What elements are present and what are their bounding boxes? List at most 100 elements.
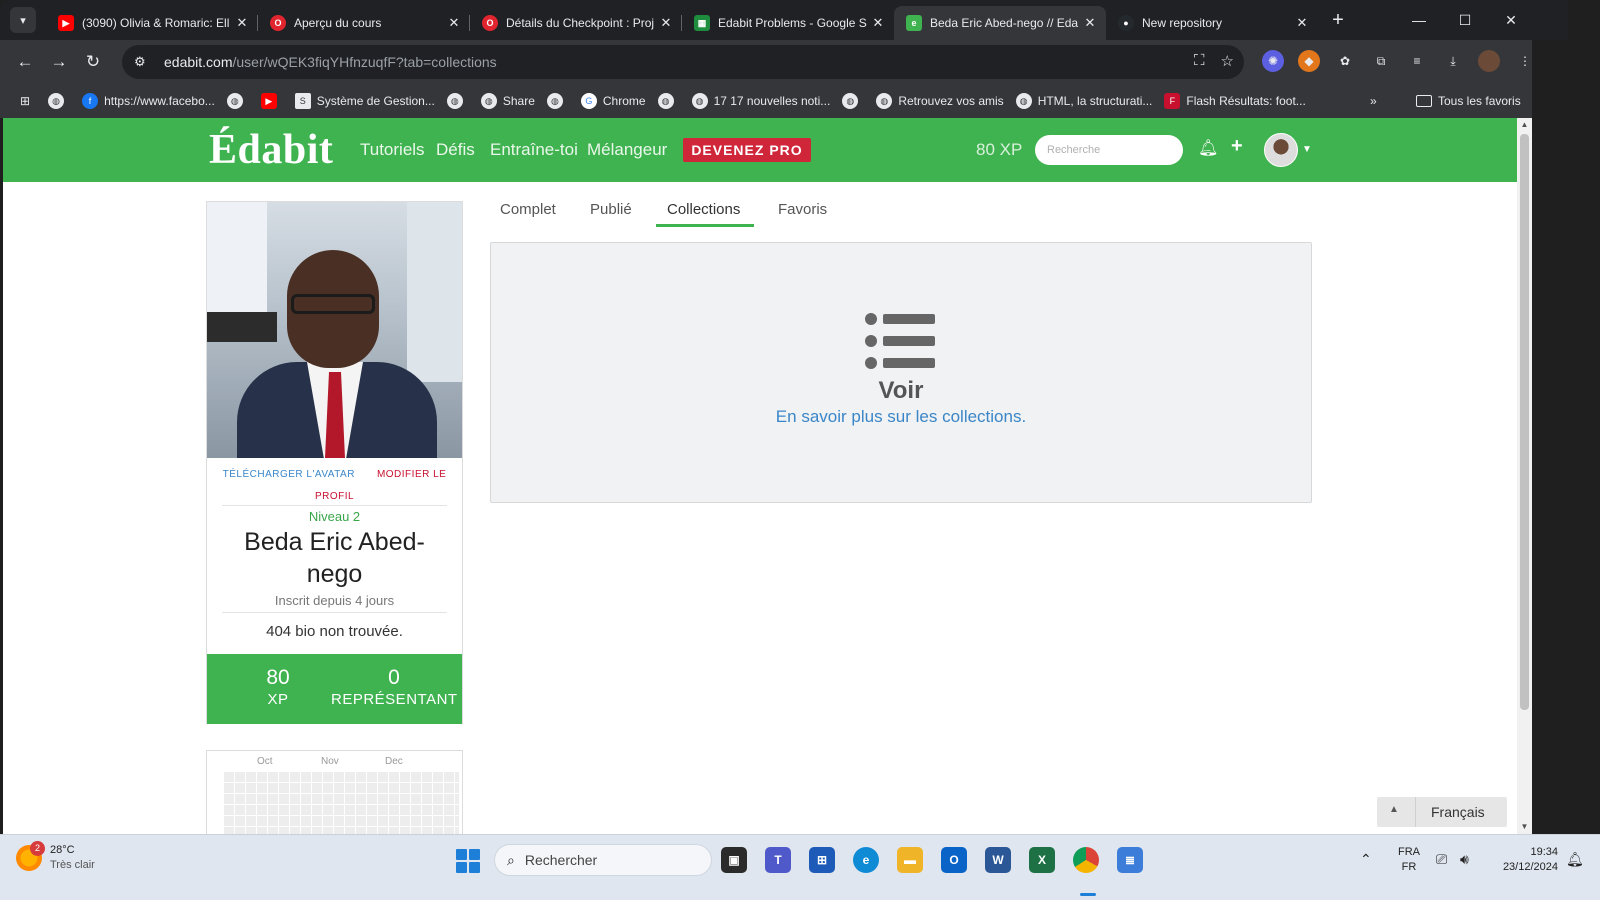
bookmark-item[interactable]: f https://www.facebo... bbox=[82, 93, 215, 109]
arrow-left-icon: ← bbox=[16, 52, 34, 71]
bell-icon[interactable]: 🔔︎ bbox=[1198, 138, 1218, 158]
bookmark-item[interactable]: ◍ Retrouvez vos amis bbox=[876, 93, 1004, 109]
reload-button[interactable]: ↻ bbox=[76, 45, 110, 79]
bookmark-item[interactable]: ◍ bbox=[226, 93, 249, 109]
close-icon[interactable]: ✕ bbox=[446, 15, 462, 31]
bookmark-item[interactable]: ◍ bbox=[657, 93, 680, 109]
browser-tab[interactable]: O Détails du Checkpoint : Proj ✕ bbox=[470, 7, 682, 39]
edge-icon[interactable]: e bbox=[853, 847, 879, 873]
word-icon[interactable]: W bbox=[985, 847, 1011, 873]
bookmark-item[interactable]: S Système de Gestion... bbox=[294, 93, 435, 109]
excel-icon[interactable]: X bbox=[1029, 847, 1055, 873]
media-icon[interactable]: ≡ bbox=[1406, 50, 1428, 72]
close-window-button[interactable]: ✕ bbox=[1488, 0, 1534, 40]
opera-icon: O bbox=[482, 15, 498, 31]
bookmark-item[interactable]: ▶ bbox=[260, 93, 283, 109]
edit-profile-link[interactable]: MODIFIER LE bbox=[377, 469, 446, 480]
new-tab-button[interactable]: + bbox=[1324, 6, 1352, 34]
avatar[interactable] bbox=[1264, 133, 1298, 167]
taskbar-search[interactable]: ⌕ Rechercher bbox=[494, 844, 712, 876]
download-icon[interactable]: ⤓ bbox=[1442, 50, 1464, 72]
address-bar[interactable]: ⚙ edabit.com/user/wQEK3fiqYHfnzuqfF?tab=… bbox=[122, 45, 1244, 79]
bookmark-item[interactable]: ◍ bbox=[842, 93, 864, 109]
translate-icon[interactable]: ⛶ bbox=[1194, 52, 1205, 70]
browser-tab[interactable]: ● New repository ✕ bbox=[1106, 7, 1318, 39]
collections-panel: Voir En savoir plus sur les collections. bbox=[490, 242, 1312, 503]
tab-published[interactable]: Publié bbox=[590, 201, 632, 218]
metamask-icon[interactable]: ◆ bbox=[1298, 50, 1320, 72]
upload-avatar-link[interactable]: TÉLÉCHARGER L'AVATAR bbox=[223, 469, 355, 480]
site-info-icon[interactable]: ⚙ bbox=[134, 54, 154, 70]
chrome-icon[interactable] bbox=[1073, 847, 1099, 873]
search-input[interactable] bbox=[1035, 135, 1183, 165]
web-page: Édabit Tutoriels Défis Entraîne-toi Méla… bbox=[3, 118, 1517, 834]
weather-widget[interactable]: 2 28°C Très clair bbox=[16, 841, 95, 873]
edabit-logo[interactable]: Édabit bbox=[209, 126, 333, 174]
store-icon[interactable]: ⊞ bbox=[809, 847, 835, 873]
caret-down-icon[interactable]: ▼ bbox=[1302, 144, 1312, 155]
close-icon[interactable]: ✕ bbox=[234, 15, 250, 31]
bookmark-item[interactable]: G Chrome bbox=[580, 93, 646, 109]
bookmark-item[interactable]: ◍ HTML, la structurati... bbox=[1015, 93, 1152, 109]
bookmark-item[interactable]: F Flash Résultats: foot... bbox=[1164, 93, 1306, 109]
nav-shuffle[interactable]: Mélangeur bbox=[587, 140, 667, 160]
back-button[interactable]: ← bbox=[8, 45, 42, 79]
bookmark-item[interactable]: ◍ bbox=[48, 93, 70, 109]
browser-tab-active[interactable]: e Beda Eric Abed-nego // Eda ✕ bbox=[894, 6, 1106, 40]
close-icon[interactable]: ✕ bbox=[1082, 15, 1098, 31]
teams-icon[interactable]: T bbox=[765, 847, 791, 873]
sun-icon: 2 bbox=[16, 841, 45, 871]
learn-collections-link[interactable]: En savoir plus sur les collections. bbox=[491, 407, 1311, 427]
profile-avatar-icon[interactable] bbox=[1478, 50, 1500, 72]
maximize-button[interactable]: ☐ bbox=[1442, 0, 1488, 40]
minimize-icon: — bbox=[1412, 12, 1426, 28]
minimize-button[interactable]: — bbox=[1396, 0, 1442, 40]
go-pro-button[interactable]: DEVENEZ PRO bbox=[683, 138, 811, 162]
apps-icon[interactable]: ⊞ bbox=[20, 94, 30, 108]
chevron-up-icon[interactable]: ⌃ bbox=[1360, 851, 1372, 868]
page-scrollbar[interactable]: ▲ ▼ bbox=[1517, 118, 1532, 834]
forward-button[interactable]: → bbox=[42, 45, 76, 79]
puzzle-icon[interactable]: ⧉ bbox=[1370, 50, 1392, 72]
bookmark-item[interactable]: ◍ bbox=[546, 93, 569, 109]
clock[interactable]: 19:34 23/12/2024 bbox=[1492, 845, 1558, 875]
close-icon[interactable]: ✕ bbox=[1294, 15, 1310, 31]
edit-profile-link-continued[interactable]: PROFIL bbox=[315, 491, 354, 502]
bookmark-item[interactable]: ◍ 17 17 nouvelles noti... bbox=[691, 93, 830, 109]
nav-practice[interactable]: Entraîne-toi bbox=[490, 140, 578, 160]
bookmark-item[interactable]: ◍ bbox=[446, 93, 469, 109]
plus-icon[interactable]: + bbox=[1231, 135, 1243, 158]
scroll-up-icon[interactable]: ▲ bbox=[1517, 118, 1532, 132]
scroll-down-icon[interactable]: ▼ bbox=[1517, 820, 1532, 834]
input-language[interactable]: FRA FR bbox=[1394, 845, 1424, 875]
bookmark-item[interactable]: ◍ Share bbox=[480, 93, 535, 109]
volume-icon[interactable]: 🔊︎ bbox=[1460, 851, 1469, 868]
network-icon[interactable]: ⎚ bbox=[1436, 851, 1447, 868]
all-bookmarks-folder[interactable]: Tous les favoris bbox=[1416, 94, 1521, 108]
notification-bell-icon[interactable]: 🔔︎ bbox=[1566, 851, 1584, 868]
scrollbar-thumb[interactable] bbox=[1520, 134, 1529, 710]
extension-icon[interactable]: ✺ bbox=[1262, 50, 1284, 72]
close-icon[interactable]: ✕ bbox=[658, 15, 674, 31]
outlook-icon[interactable]: O bbox=[941, 847, 967, 873]
nav-tutorials[interactable]: Tutoriels bbox=[360, 140, 425, 160]
language-selector[interactable]: ▲ Français bbox=[1377, 797, 1507, 827]
tab-search-button[interactable]: ▾ bbox=[10, 7, 36, 33]
browser-tab[interactable]: O Aperçu du cours ✕ bbox=[258, 7, 470, 39]
active-app-indicator bbox=[1080, 893, 1096, 896]
windows-start-icon[interactable] bbox=[456, 849, 480, 873]
notepad-icon[interactable]: ≣ bbox=[1117, 847, 1143, 873]
globe-icon: ◍ bbox=[446, 93, 463, 109]
tab-complete[interactable]: Complet bbox=[500, 201, 556, 218]
nav-challenges[interactable]: Défis bbox=[436, 140, 475, 160]
task-view-icon[interactable]: ▣ bbox=[721, 847, 747, 873]
close-icon[interactable]: ✕ bbox=[870, 15, 886, 31]
tab-favorites[interactable]: Favoris bbox=[778, 201, 827, 218]
file-explorer-icon[interactable]: ▬ bbox=[897, 847, 923, 873]
more-bookmarks-icon[interactable]: » bbox=[1370, 94, 1377, 108]
extension-icon[interactable]: ✿ bbox=[1334, 50, 1356, 72]
star-icon[interactable]: ☆ bbox=[1221, 52, 1234, 70]
tab-collections[interactable]: Collections bbox=[667, 201, 740, 218]
browser-tab[interactable]: ▶ (3090) Olivia & Romaric: Ell ✕ bbox=[46, 7, 258, 39]
browser-tab[interactable]: ▦ Edabit Problems - Google S ✕ bbox=[682, 7, 894, 39]
